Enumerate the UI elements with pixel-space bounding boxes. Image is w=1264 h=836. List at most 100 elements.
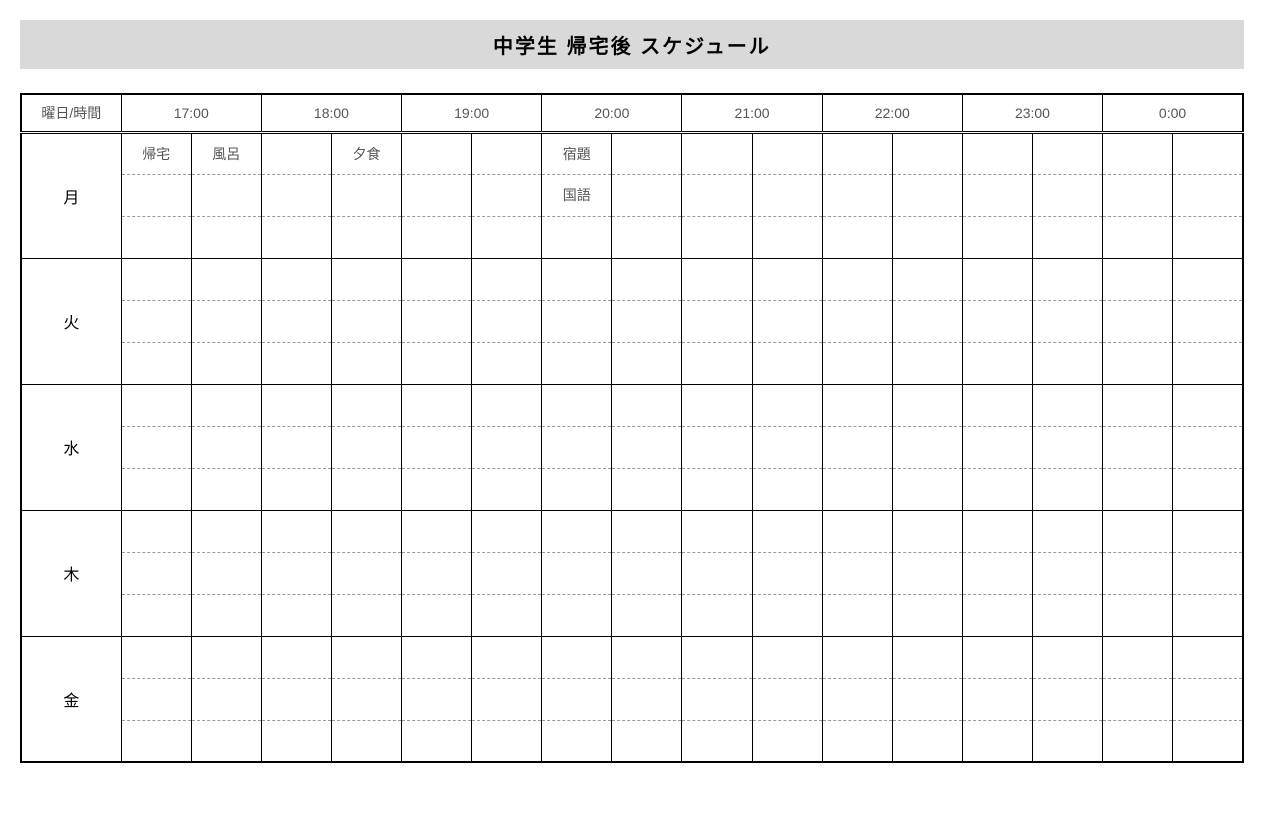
schedule-cell[interactable]: [331, 300, 401, 342]
schedule-cell[interactable]: [1173, 426, 1243, 468]
schedule-cell[interactable]: [892, 300, 962, 342]
schedule-cell[interactable]: [682, 258, 752, 300]
schedule-cell[interactable]: [682, 552, 752, 594]
schedule-cell[interactable]: [121, 552, 191, 594]
schedule-cell[interactable]: [1173, 594, 1243, 636]
schedule-cell[interactable]: [822, 636, 892, 678]
schedule-cell[interactable]: [892, 552, 962, 594]
schedule-cell[interactable]: [1032, 132, 1102, 174]
schedule-cell[interactable]: [1173, 678, 1243, 720]
schedule-cell[interactable]: [682, 342, 752, 384]
schedule-cell[interactable]: [752, 720, 822, 762]
schedule-cell[interactable]: 宿題: [542, 132, 612, 174]
schedule-cell[interactable]: [261, 468, 331, 510]
schedule-cell[interactable]: [1173, 384, 1243, 426]
schedule-cell[interactable]: [261, 300, 331, 342]
schedule-cell[interactable]: [682, 132, 752, 174]
schedule-cell[interactable]: [892, 468, 962, 510]
schedule-cell[interactable]: [261, 678, 331, 720]
schedule-cell[interactable]: [612, 300, 682, 342]
schedule-cell[interactable]: [191, 510, 261, 552]
schedule-cell[interactable]: [682, 678, 752, 720]
schedule-cell[interactable]: [752, 594, 822, 636]
schedule-cell[interactable]: [121, 300, 191, 342]
schedule-cell[interactable]: [402, 216, 472, 258]
schedule-cell[interactable]: [962, 258, 1032, 300]
schedule-cell[interactable]: [612, 720, 682, 762]
schedule-cell[interactable]: [752, 258, 822, 300]
schedule-cell[interactable]: [542, 720, 612, 762]
schedule-cell[interactable]: [962, 216, 1032, 258]
schedule-cell[interactable]: [121, 678, 191, 720]
schedule-cell[interactable]: [962, 720, 1032, 762]
schedule-cell[interactable]: [892, 720, 962, 762]
schedule-cell[interactable]: [121, 510, 191, 552]
schedule-cell[interactable]: [1032, 216, 1102, 258]
schedule-cell[interactable]: [1173, 132, 1243, 174]
schedule-cell[interactable]: [472, 174, 542, 216]
schedule-cell[interactable]: [892, 216, 962, 258]
schedule-cell[interactable]: [402, 426, 472, 468]
schedule-cell[interactable]: [822, 258, 892, 300]
schedule-cell[interactable]: [331, 216, 401, 258]
schedule-cell[interactable]: [261, 258, 331, 300]
schedule-cell[interactable]: [1173, 720, 1243, 762]
schedule-cell[interactable]: [261, 342, 331, 384]
schedule-cell[interactable]: [1103, 342, 1173, 384]
schedule-cell[interactable]: [1103, 720, 1173, 762]
schedule-cell[interactable]: [1173, 258, 1243, 300]
schedule-cell[interactable]: [261, 216, 331, 258]
schedule-cell[interactable]: [892, 636, 962, 678]
schedule-cell[interactable]: [191, 636, 261, 678]
schedule-cell[interactable]: [402, 510, 472, 552]
schedule-cell[interactable]: [542, 384, 612, 426]
schedule-cell[interactable]: [1032, 300, 1102, 342]
schedule-cell[interactable]: [962, 552, 1032, 594]
schedule-cell[interactable]: [1173, 174, 1243, 216]
schedule-cell[interactable]: [402, 594, 472, 636]
schedule-cell[interactable]: [191, 174, 261, 216]
schedule-cell[interactable]: [1103, 552, 1173, 594]
schedule-cell[interactable]: [822, 384, 892, 426]
schedule-cell[interactable]: [191, 342, 261, 384]
schedule-cell[interactable]: [612, 636, 682, 678]
schedule-cell[interactable]: [1173, 510, 1243, 552]
schedule-cell[interactable]: [682, 720, 752, 762]
schedule-cell[interactable]: [121, 468, 191, 510]
schedule-cell[interactable]: [261, 510, 331, 552]
schedule-cell[interactable]: [542, 342, 612, 384]
schedule-cell[interactable]: [612, 342, 682, 384]
schedule-cell[interactable]: [1103, 468, 1173, 510]
schedule-cell[interactable]: [121, 384, 191, 426]
schedule-cell[interactable]: [331, 510, 401, 552]
schedule-cell[interactable]: [472, 300, 542, 342]
schedule-cell[interactable]: [472, 678, 542, 720]
schedule-cell[interactable]: [402, 258, 472, 300]
schedule-cell[interactable]: [472, 552, 542, 594]
schedule-cell[interactable]: [1173, 216, 1243, 258]
schedule-cell[interactable]: [962, 342, 1032, 384]
schedule-cell[interactable]: [752, 384, 822, 426]
schedule-cell[interactable]: [261, 720, 331, 762]
schedule-cell[interactable]: [752, 300, 822, 342]
schedule-cell[interactable]: 夕食: [331, 132, 401, 174]
schedule-cell[interactable]: [1173, 636, 1243, 678]
schedule-cell[interactable]: [892, 426, 962, 468]
schedule-cell[interactable]: [962, 678, 1032, 720]
schedule-cell[interactable]: [331, 426, 401, 468]
schedule-cell[interactable]: [1173, 552, 1243, 594]
schedule-cell[interactable]: [892, 132, 962, 174]
schedule-cell[interactable]: [402, 636, 472, 678]
schedule-cell[interactable]: [1103, 258, 1173, 300]
schedule-cell[interactable]: [682, 384, 752, 426]
schedule-cell[interactable]: [1103, 300, 1173, 342]
schedule-cell[interactable]: [1032, 678, 1102, 720]
schedule-cell[interactable]: [331, 636, 401, 678]
schedule-cell[interactable]: [682, 636, 752, 678]
schedule-cell[interactable]: [822, 510, 892, 552]
schedule-cell[interactable]: [962, 636, 1032, 678]
schedule-cell[interactable]: [191, 216, 261, 258]
schedule-cell[interactable]: [402, 720, 472, 762]
schedule-cell[interactable]: [612, 426, 682, 468]
schedule-cell[interactable]: [1103, 384, 1173, 426]
